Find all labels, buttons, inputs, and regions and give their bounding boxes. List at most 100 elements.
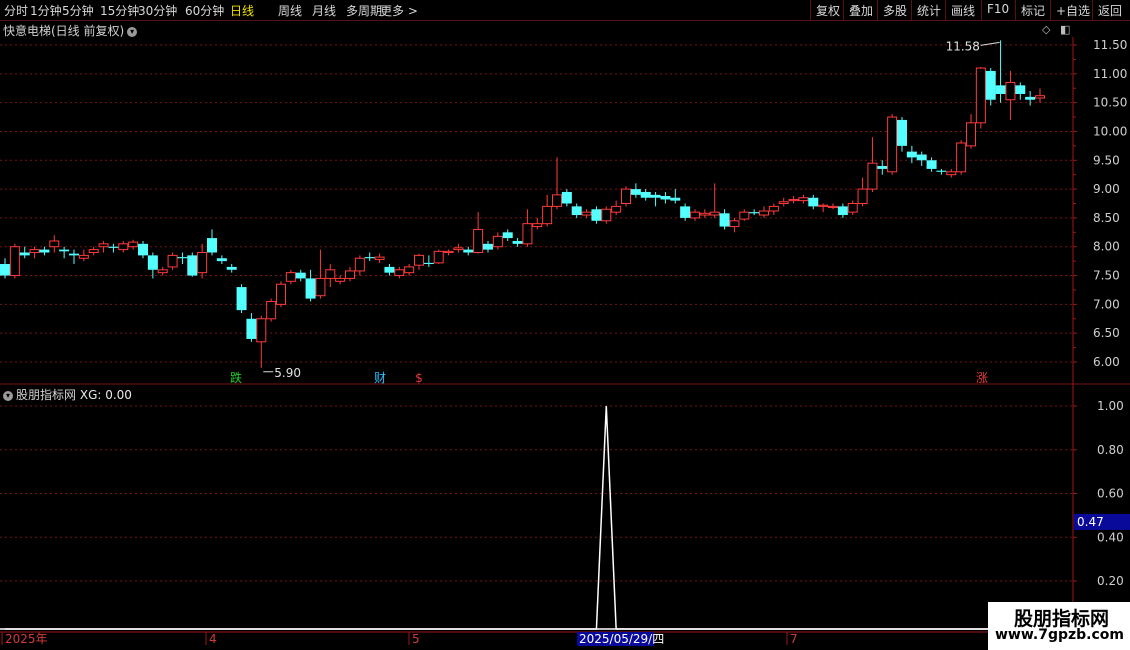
- candle-body-up: [78, 254, 89, 259]
- candle-body-up: [966, 122, 976, 147]
- candle-body-down: [384, 266, 395, 273]
- candle-body-up: [581, 211, 592, 216]
- candle-body-down: [877, 166, 888, 169]
- candle-body-down: [364, 257, 375, 259]
- candle-body-up: [443, 250, 454, 253]
- candle-body-up: [759, 210, 769, 216]
- candle-body-up: [453, 247, 464, 251]
- price-tick-label: 6.50: [1093, 326, 1120, 340]
- candle-body-up: [9, 246, 20, 277]
- candle-body-up: [611, 205, 622, 213]
- price-tick-label: 8.50: [1093, 211, 1120, 225]
- event-marker-0: 跌: [230, 370, 242, 385]
- candle-body-down: [177, 257, 188, 259]
- candle-body-up: [157, 269, 168, 274]
- candle-body-up: [325, 269, 336, 279]
- date-label: 7: [790, 632, 798, 646]
- candle-body-down: [571, 206, 582, 216]
- indicator-name: 股朋指标网: [16, 388, 77, 402]
- candle-body-up: [49, 240, 60, 248]
- candle-body-up: [29, 249, 40, 253]
- candle-body-up: [798, 197, 809, 202]
- candle-body-down: [808, 197, 819, 207]
- candle-body-down: [216, 258, 227, 262]
- price-tick-label: 7.50: [1093, 269, 1120, 283]
- candle-body-down: [108, 246, 119, 248]
- candle-body-up: [768, 205, 779, 212]
- price-tick-label: 8.00: [1093, 240, 1120, 254]
- candle-body-down: [670, 197, 681, 201]
- candle-body-down: [897, 119, 907, 146]
- price-tick-label: 6.00: [1093, 355, 1120, 369]
- candle-body-up: [354, 257, 365, 272]
- candle-body-down: [512, 240, 523, 244]
- candle-body-up: [975, 67, 986, 124]
- candle-body-up: [847, 203, 858, 213]
- candle-body-up: [867, 162, 878, 190]
- candle-body-up: [542, 205, 553, 225]
- indicator-tick-label: 1.00: [1097, 399, 1124, 413]
- candle-body-up: [414, 254, 424, 266]
- candle-body-up: [699, 212, 710, 216]
- candle-body-up: [946, 171, 957, 176]
- date-label: 5: [412, 632, 420, 646]
- indicator-tick-label: 0.40: [1097, 530, 1124, 544]
- indicator-tick-label: 0.80: [1097, 443, 1124, 457]
- price-tick-label: 7.00: [1093, 297, 1120, 311]
- candle-body-up: [492, 235, 503, 248]
- candle-body-up: [818, 204, 829, 207]
- date-label: 4: [209, 632, 217, 646]
- candle-body-up: [709, 211, 720, 216]
- candle-body-up: [601, 208, 612, 222]
- candle-body-down: [423, 262, 434, 265]
- candle-body-up: [433, 250, 444, 264]
- candle-body-up: [335, 277, 346, 282]
- candle-body-down: [483, 243, 493, 250]
- candle-body-up: [197, 251, 208, 274]
- candle-body-up: [128, 241, 139, 248]
- candle-body-up: [1035, 95, 1045, 99]
- candle-body-up: [276, 283, 286, 305]
- candle-body-down: [39, 249, 50, 253]
- candle-body-up: [552, 194, 562, 207]
- price-tick-label: 9.00: [1093, 182, 1120, 196]
- price-tick-label: 10.00: [1093, 124, 1127, 138]
- candle-body-down: [630, 189, 641, 195]
- candle-body-down: [660, 196, 671, 200]
- candle-body-up: [956, 142, 967, 173]
- indicator-dropdown-icon[interactable]: ▾: [3, 390, 13, 401]
- high-price-label: 11.58: [946, 39, 980, 53]
- indicator-title-row: ▾ 股朋指标网 XG: 0.00: [3, 386, 132, 403]
- low-price-label: 5.90: [274, 366, 301, 380]
- candlestick-chart[interactable]: 11.50 11.00 10.50 10.00 9.50 9.00 8.50 8.00 7.50…: [0, 0, 1130, 650]
- price-tick-label: 11.00: [1093, 67, 1127, 81]
- candle-body-up: [394, 269, 405, 277]
- candle-body-down: [680, 206, 691, 218]
- candle-body-down: [246, 318, 257, 339]
- candle-body-down: [837, 206, 848, 216]
- candle-body-up: [404, 266, 415, 274]
- candle-body-down: [0, 264, 10, 276]
- event-marker-2: $: [415, 371, 423, 385]
- candle-body-down: [59, 249, 70, 252]
- candle-body-down: [749, 212, 760, 214]
- candle-body-up: [345, 270, 355, 279]
- candle-body-down: [147, 255, 158, 270]
- price-tick-label: 10.50: [1093, 96, 1127, 110]
- candle-body-down: [226, 266, 237, 270]
- candle-body-down: [207, 238, 217, 253]
- candle-body-down: [936, 170, 947, 172]
- candle-body-up: [118, 243, 129, 251]
- candle-body-up: [473, 228, 484, 253]
- candle-body-up: [374, 256, 385, 260]
- xg-indicator-line: [5, 405, 1040, 630]
- candle-body-down: [906, 151, 917, 158]
- candle-body-up: [778, 201, 789, 204]
- candle-body-down: [187, 255, 198, 276]
- candle-body-up: [167, 254, 178, 268]
- candle-body-down: [295, 272, 306, 279]
- watermark-url: www.7gpzb.com: [995, 627, 1125, 643]
- candle-body-up: [1005, 81, 1016, 101]
- candle-body-up: [788, 198, 799, 202]
- candle-body-down: [502, 232, 513, 239]
